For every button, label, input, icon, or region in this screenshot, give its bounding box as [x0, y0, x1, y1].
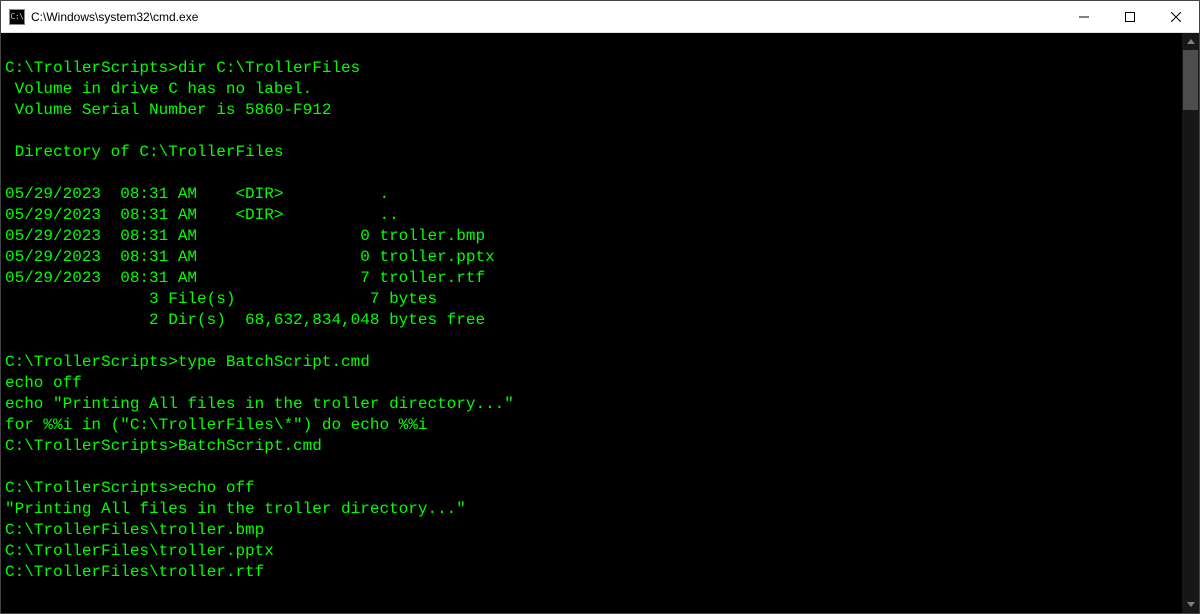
minimize-button[interactable] — [1061, 1, 1107, 32]
cmd-window: C:\ C:\Windows\system32\cmd.exe — [0, 0, 1200, 614]
close-icon — [1171, 12, 1181, 22]
cmd-icon: C:\ — [9, 9, 25, 25]
vertical-scrollbar[interactable] — [1182, 33, 1199, 613]
minimize-icon — [1079, 12, 1089, 22]
terminal-area: C:\TrollerScripts>dir C:\TrollerFiles Vo… — [1, 33, 1199, 613]
scroll-up-button[interactable] — [1182, 33, 1199, 50]
scroll-thumb[interactable] — [1183, 50, 1198, 110]
title-bar[interactable]: C:\ C:\Windows\system32\cmd.exe — [1, 1, 1199, 33]
chevron-down-icon — [1187, 602, 1195, 607]
maximize-button[interactable] — [1107, 1, 1153, 32]
window-title: C:\Windows\system32\cmd.exe — [31, 10, 1061, 24]
close-button[interactable] — [1153, 1, 1199, 32]
window-controls — [1061, 1, 1199, 32]
terminal-output[interactable]: C:\TrollerScripts>dir C:\TrollerFiles Vo… — [1, 33, 1182, 613]
chevron-up-icon — [1187, 39, 1195, 44]
scroll-down-button[interactable] — [1182, 596, 1199, 613]
maximize-icon — [1125, 12, 1135, 22]
